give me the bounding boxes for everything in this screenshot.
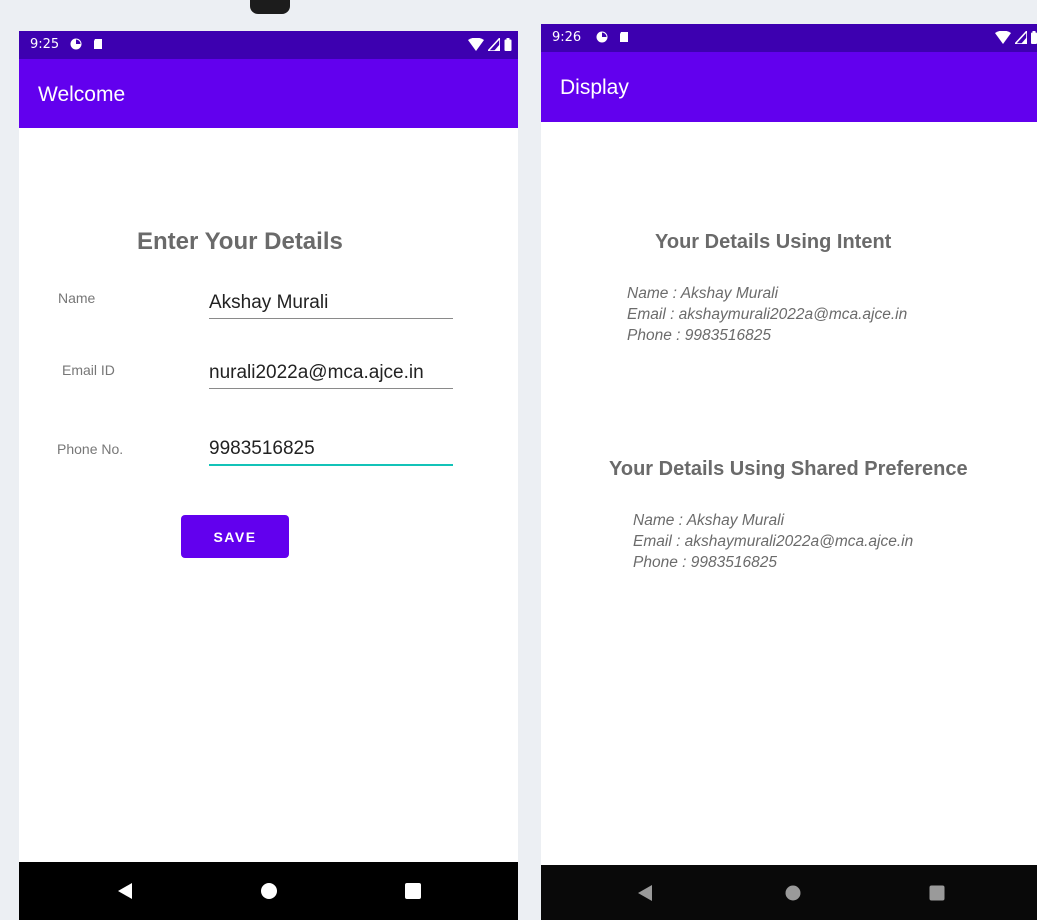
shared-name: Name : Akshay Murali	[633, 512, 785, 529]
home-icon[interactable]	[785, 885, 801, 900]
back-icon[interactable]	[638, 884, 652, 901]
status-time: 9:25	[30, 37, 60, 52]
back-icon[interactable]	[118, 883, 132, 899]
intent-phone: Phone : 9983516825	[627, 327, 771, 344]
sd-card-icon	[94, 39, 102, 49]
status-icons	[467, 38, 512, 52]
wifi-icon	[994, 31, 1011, 44]
recents-icon[interactable]	[405, 883, 421, 899]
intent-name: Name : Akshay Murali	[627, 285, 779, 302]
shared-phone: Phone : 9983516825	[633, 554, 777, 571]
camera-notch	[250, 0, 290, 14]
pie-notification-icon	[596, 31, 608, 43]
shared-preference-details: Name : Akshay Murali Email : akshaymural…	[633, 510, 913, 573]
shared-preference-heading: Your Details Using Shared Preference	[609, 458, 968, 480]
phone-input[interactable]	[209, 434, 453, 466]
sd-card-icon	[620, 32, 628, 42]
form-heading: Enter Your Details	[137, 228, 343, 255]
app-bar-title: Welcome	[38, 83, 126, 106]
cell-signal-icon	[1014, 31, 1027, 44]
name-input[interactable]	[209, 287, 453, 319]
navigation-bar	[541, 865, 1037, 920]
app-bar: Welcome	[19, 59, 518, 128]
intent-details: Name : Akshay Murali Email : akshaymural…	[627, 283, 907, 346]
email-label: Email ID	[62, 362, 115, 378]
home-icon[interactable]	[261, 883, 277, 899]
phone-label: Phone No.	[57, 441, 124, 457]
name-label: Name	[58, 290, 96, 306]
status-bar: 9:25	[19, 31, 518, 59]
cell-signal-icon	[487, 38, 500, 51]
battery-icon	[504, 38, 512, 51]
save-button[interactable]: SAVE	[181, 515, 289, 558]
display-screen: 9:26 Display Your Details Using Intent N…	[541, 24, 1037, 920]
recents-icon[interactable]	[929, 885, 945, 900]
pie-notification-icon	[70, 38, 82, 50]
status-bar: 9:26	[541, 24, 1037, 52]
status-icons	[994, 31, 1037, 45]
battery-icon	[1031, 31, 1037, 44]
app-bar: Display	[541, 52, 1037, 122]
intent-heading: Your Details Using Intent	[655, 231, 892, 253]
wifi-icon	[467, 38, 484, 51]
status-time: 9:26	[552, 30, 582, 45]
shared-email: Email : akshaymurali2022a@mca.ajce.in	[633, 533, 914, 550]
welcome-screen: 9:25 Welcome Enter Your Details Name Aks…	[19, 31, 518, 920]
screenshot-canvas: 9:25 Welcome Enter Your Details Name Aks…	[0, 0, 1037, 920]
app-bar-title: Display	[560, 76, 629, 99]
navigation-bar	[19, 862, 518, 920]
intent-email: Email : akshaymurali2022a@mca.ajce.in	[627, 306, 908, 323]
email-input[interactable]	[209, 357, 453, 389]
